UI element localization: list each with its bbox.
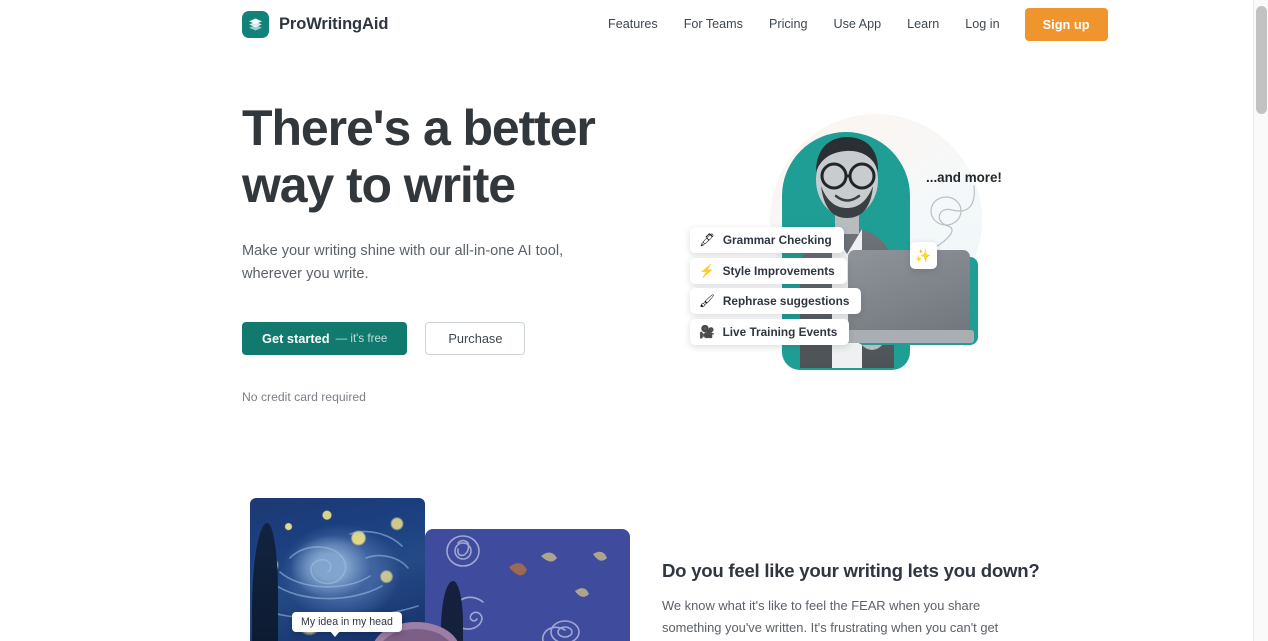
page-root: ProWritingAid Features For Teams Pricing… xyxy=(0,0,1268,641)
feature-badge-live-training-events: 🎥 Live Training Events xyxy=(690,319,850,345)
brand-logo-link[interactable]: ProWritingAid xyxy=(242,10,389,38)
lightning-icon: ⚡ xyxy=(699,263,715,278)
sign-up-button[interactable]: Sign up xyxy=(1024,7,1108,41)
feature-badge-label: Rephrase suggestions xyxy=(722,294,850,308)
starry-night-illustration: My idea in my head xyxy=(250,498,630,641)
movie-camera-icon: 🎥 xyxy=(699,324,715,339)
get-started-label: Get started xyxy=(262,331,330,346)
nav-learn[interactable]: Learn xyxy=(894,11,952,37)
hero-copy: There's a better way to write Make your … xyxy=(242,100,632,404)
rocket-icon: 🖋 xyxy=(699,232,715,247)
magic-wand-icon: 🖌 xyxy=(699,293,715,308)
page-title: There's a better way to write xyxy=(242,100,632,214)
nav-for-teams[interactable]: For Teams xyxy=(671,11,756,37)
nav-use-app[interactable]: Use App xyxy=(820,11,894,37)
idea-tooltip: My idea in my head xyxy=(292,612,402,637)
feature-badge-rephrase-suggestions: 🖌 Rephrase suggestions xyxy=(690,288,862,314)
nav-log-in[interactable]: Log in xyxy=(952,11,1012,37)
hero-illustration: 🖋 Grammar Checking ⚡ Style Improvements … xyxy=(660,92,1030,392)
hero-title-line-1: There's a better xyxy=(242,100,596,156)
laptop-base xyxy=(836,330,974,343)
site-header: ProWritingAid Features For Teams Pricing… xyxy=(0,0,1253,48)
lower-section-body: We know what it's like to feel the FEAR … xyxy=(662,598,999,635)
lower-section-copy: Do you feel like your writing lets you d… xyxy=(662,560,1040,641)
hero-subtitle: Make your writing shine with our all-in-… xyxy=(242,243,564,282)
feature-badge-label: Grammar Checking xyxy=(722,233,832,247)
feature-badge-grammar-checking: 🖋 Grammar Checking xyxy=(690,227,844,253)
laptop-screen xyxy=(848,250,970,338)
get-started-sublabel: — it's free xyxy=(335,332,388,345)
page-scrollbar[interactable] xyxy=(1253,0,1268,641)
simplified-drawing-card xyxy=(425,529,630,641)
book-pages-icon xyxy=(242,10,269,38)
sparkles-icon: ✨ xyxy=(910,242,937,269)
hero-title-line-2: way to write xyxy=(242,157,516,213)
scrollbar-thumb[interactable] xyxy=(1256,6,1267,114)
nav-features[interactable]: Features xyxy=(600,11,671,37)
feature-badge-label: Style Improvements xyxy=(722,264,835,278)
get-started-button[interactable]: Get started — it's free xyxy=(242,322,408,355)
brand-name: ProWritingAid xyxy=(279,14,389,33)
lower-section-title: Do you feel like your writing lets you d… xyxy=(662,560,1040,581)
nav-pricing[interactable]: Pricing xyxy=(756,11,821,37)
hero-cta-group: Get started — it's free Purchase xyxy=(242,322,632,355)
and-more-label: ...and more! xyxy=(926,170,1002,185)
main-navigation: Features For Teams Pricing Use App Learn… xyxy=(600,7,1108,41)
feature-badge-label: Live Training Events xyxy=(722,325,838,339)
feature-badge-style-improvements: ⚡ Style Improvements xyxy=(690,258,847,284)
purchase-button[interactable]: Purchase xyxy=(425,322,526,355)
no-credit-card-note: No credit card required xyxy=(242,390,366,404)
